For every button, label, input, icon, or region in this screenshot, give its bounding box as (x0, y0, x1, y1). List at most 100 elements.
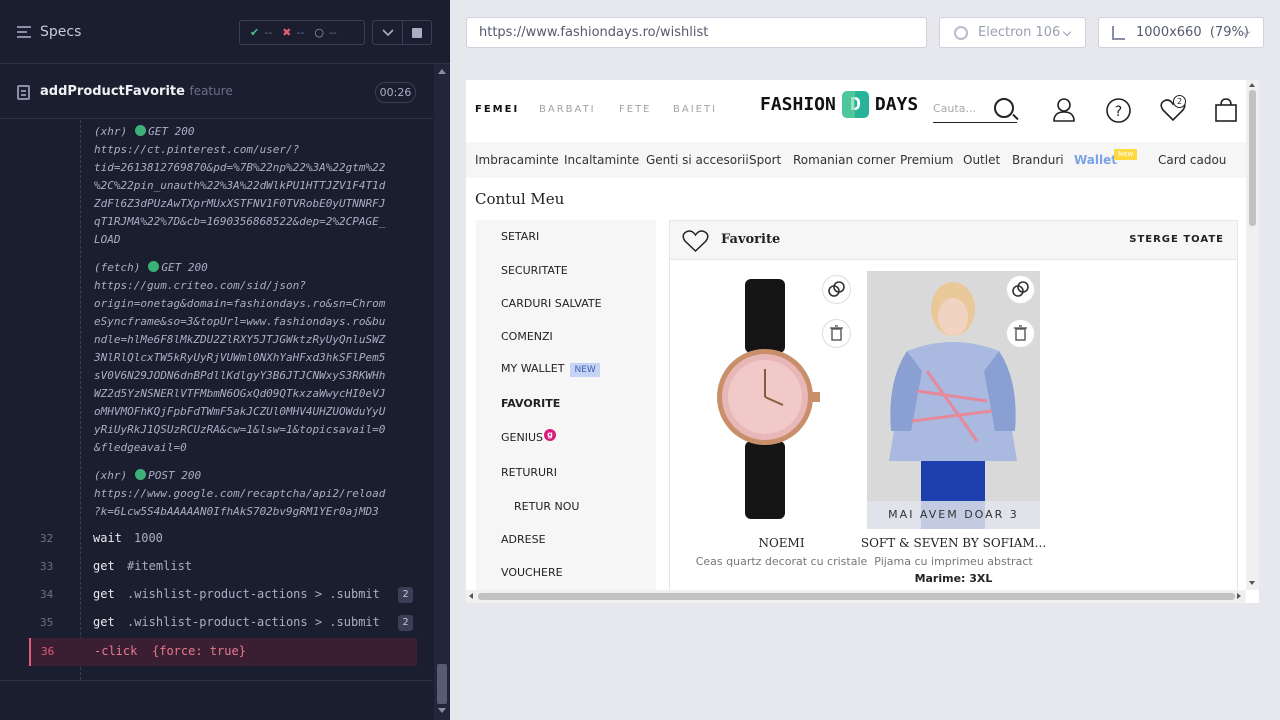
command-row[interactable]: 35 get .wishlist-product-actions > .subm… (0, 609, 417, 637)
nav-card-cadou[interactable]: Card cadou (1158, 153, 1226, 167)
nav-fete[interactable]: FETE (619, 104, 652, 115)
spec-header: addProductFavorite feature 00:26 (0, 65, 433, 119)
menu-adrese[interactable]: ADRESE (501, 533, 546, 546)
favorites-header: Favorite STERGE TOATE (670, 221, 1237, 260)
menu-retur-nou[interactable]: RETUR NOU (514, 500, 579, 513)
remove-favorite-button[interactable] (822, 319, 851, 348)
status-dot-icon (148, 261, 160, 272)
nav-branduri[interactable]: Branduri (1012, 153, 1064, 167)
file-icon (17, 85, 30, 100)
nav-baieti[interactable]: BAIETI (673, 104, 717, 115)
browser-selector[interactable]: Electron 106 (939, 17, 1086, 48)
check-icon: ✔ (250, 26, 260, 39)
menu-favorite[interactable]: FAVORITE (501, 397, 560, 410)
product-image-watch[interactable] (695, 271, 868, 529)
menu-vouchere[interactable]: VOUCHERE (501, 566, 563, 579)
nav-romanian-corner[interactable]: Romanian corner (793, 153, 895, 167)
scroll-right-icon[interactable] (1237, 593, 1241, 599)
link-icon (828, 281, 845, 297)
command-arg: #itemlist (127, 559, 193, 573)
specs-menu-icon[interactable] (17, 26, 31, 38)
shopping-bag-icon[interactable] (1215, 98, 1237, 122)
expand-button[interactable] (372, 20, 403, 45)
nav-outlet[interactable]: Outlet (963, 153, 1000, 167)
nav-genti-accesorii[interactable]: Genti si accesorii (646, 153, 749, 167)
specs-label[interactable]: Specs (40, 24, 81, 40)
line-number: 32 (40, 532, 54, 545)
command-list: (xhr) GET 200 https://ct.pinterest.com/us… (0, 120, 433, 680)
help-icon[interactable]: ? (1106, 98, 1131, 123)
favorites-title: Favorite (721, 232, 781, 247)
command-name: get (93, 587, 115, 601)
request-entry[interactable]: (xhr) POST 200 https://www.google.com/rec… (94, 467, 385, 521)
scroll-down-icon[interactable] (438, 708, 446, 713)
remove-favorite-button[interactable] (1006, 319, 1035, 348)
element-count-badge: 2 (398, 615, 413, 631)
element-count-badge: 2 (398, 587, 413, 603)
scroll-up-icon[interactable] (1249, 83, 1255, 87)
pending-count: ○ -- (314, 26, 337, 39)
page-horizontal-scrollbar-thumb[interactable] (478, 593, 1235, 600)
nav-barbati[interactable]: BARBATI (539, 104, 596, 115)
passed-count: ✔ -- (250, 26, 273, 39)
command-row[interactable]: 32 wait 1000 (0, 525, 417, 553)
menu-my-wallet[interactable]: MY WALLET NEW (501, 362, 600, 377)
search-icon[interactable] (994, 98, 1014, 118)
new-badge: NEW (570, 363, 600, 377)
status-dot-icon (135, 125, 147, 136)
nav-incaltaminte[interactable]: Incaltaminte (564, 153, 639, 167)
menu-retururi[interactable]: RETURURI (501, 466, 557, 479)
stop-button[interactable] (403, 20, 432, 45)
product-size: Marime: 3XL (914, 572, 993, 585)
page-vertical-scrollbar-thumb[interactable] (1249, 90, 1256, 226)
wallet-new-badge: New (1114, 149, 1138, 160)
menu-genius[interactable]: GENIUS g (501, 429, 556, 444)
url-bar[interactable]: https://www.fashiondays.ro/wishlist (466, 17, 927, 48)
nav-premium[interactable]: Premium (900, 153, 953, 167)
command-arg: 1000 (134, 531, 163, 545)
failed-command-row[interactable]: 36 -click {force: true} (29, 638, 417, 666)
command-row[interactable]: 33 get #itemlist (0, 553, 417, 581)
copy-link-button[interactable] (1006, 275, 1035, 304)
menu-setari[interactable]: SETARI (501, 230, 539, 243)
command-name: get (93, 559, 115, 573)
command-row[interactable]: 34 get .wishlist-product-actions > .subm… (0, 581, 417, 609)
nav-sport[interactable]: Sport (749, 153, 781, 167)
request-entry[interactable]: (fetch) GET 200 https://gum.criteo.com/si… (94, 259, 385, 457)
cross-icon: ✖ (282, 26, 292, 39)
divider (0, 680, 433, 681)
app-preview: FEMEI BARBATI FETE BAIETI FASHION D DAYS… (466, 80, 1259, 603)
site-logo[interactable]: FASHION D DAYS (760, 90, 918, 118)
spec-title: addProductFavorite feature (40, 84, 233, 99)
spec-subtitle: feature (189, 84, 233, 98)
log-scrollbar-thumb[interactable] (437, 664, 447, 704)
browser-icon (954, 26, 968, 40)
log-scrollbar[interactable] (434, 64, 450, 720)
viewport-selector[interactable]: 1000x660 (79%) (1098, 17, 1264, 48)
menu-comenzi[interactable]: COMENZI (501, 330, 553, 343)
delete-all-button[interactable]: STERGE TOATE (1129, 234, 1224, 245)
nav-wallet[interactable]: Wallet (1074, 153, 1117, 167)
command-name: wait (93, 531, 122, 545)
command-log-panel: Specs ✔ -- ✖ -- ○ -- addProductFavorite fea… (0, 0, 450, 720)
request-entry[interactable]: (xhr) GET 200 https://ct.pinterest.com/us… (94, 123, 385, 249)
account-menu: SETARI SECURITATE CARDURI SALVATE COMENZ… (476, 220, 656, 590)
scroll-down-icon[interactable] (1249, 581, 1255, 585)
wishlist-count-badge: 2 (1173, 95, 1186, 108)
logo-mark-icon: D (841, 90, 869, 118)
ruler-icon (1112, 26, 1125, 40)
scroll-left-icon[interactable] (469, 593, 473, 599)
menu-carduri-salvate[interactable]: CARDURI SALVATE (501, 297, 602, 310)
command-arg: {force: true} (152, 644, 246, 658)
test-stats: ✔ -- ✖ -- ○ -- (239, 20, 365, 45)
menu-securitate[interactable]: SECURITATE (501, 264, 568, 277)
product-brand[interactable]: SOFT & SEVEN BY SOFIAM... (842, 536, 1065, 550)
user-icon[interactable] (1053, 98, 1075, 122)
scroll-up-icon[interactable] (438, 69, 446, 74)
failed-count: ✖ -- (282, 26, 305, 39)
nav-femei[interactable]: FEMEI (475, 104, 519, 115)
product-image-pajama[interactable] (867, 271, 1040, 529)
product-description: Pijama cu imprimeu abstract (874, 555, 1033, 568)
nav-imbracaminte[interactable]: Imbracaminte (475, 153, 559, 167)
copy-link-button[interactable] (822, 275, 851, 304)
